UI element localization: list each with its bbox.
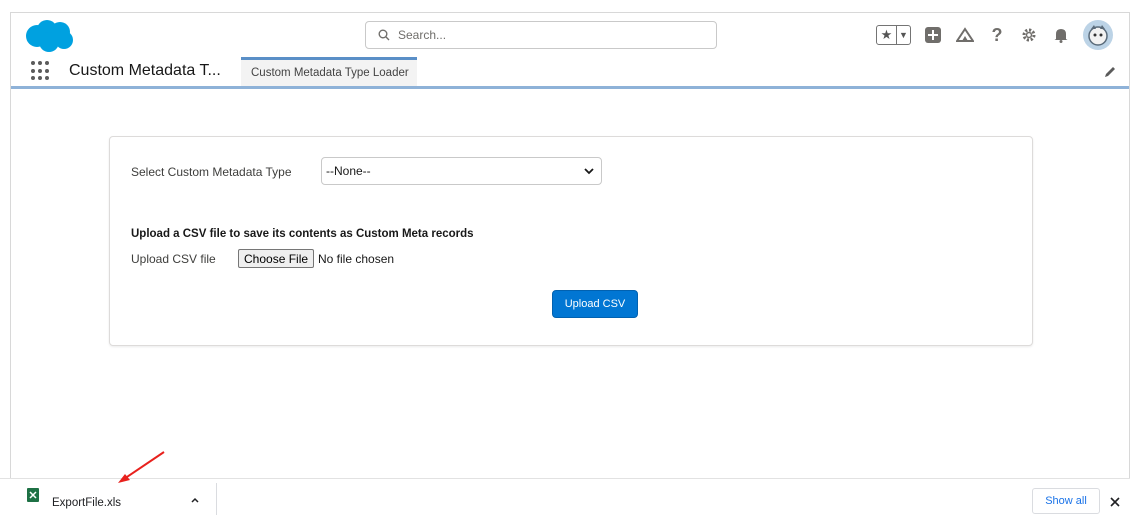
- star-icon[interactable]: ★: [877, 26, 897, 44]
- search-placeholder: Search...: [398, 28, 447, 42]
- navigation-bar: Custom Metadata T... Custom Metadata Typ…: [11, 57, 1129, 89]
- divider: [216, 483, 217, 515]
- app-name: Custom Metadata T...: [69, 62, 221, 79]
- help-icon[interactable]: ?: [987, 25, 1007, 45]
- upload-label: Upload CSV file: [131, 252, 216, 266]
- chevron-down-icon: [584, 168, 594, 175]
- tab-custom-metadata-type-loader[interactable]: Custom Metadata Type Loader: [241, 57, 417, 86]
- chevron-down-icon[interactable]: ▼: [897, 26, 910, 44]
- upload-csv-button[interactable]: Upload CSV: [552, 290, 638, 318]
- show-all-button[interactable]: Show all: [1032, 488, 1100, 514]
- loader-card: Select Custom Metadata Type --None-- Upl…: [109, 136, 1033, 346]
- select-value: --None--: [326, 164, 371, 178]
- app-launcher-icon[interactable]: [31, 61, 51, 81]
- excel-file-icon: [27, 488, 39, 502]
- select-label: Select Custom Metadata Type: [131, 165, 292, 179]
- chevron-up-icon[interactable]: [190, 495, 200, 505]
- trailhead-icon[interactable]: [955, 25, 975, 45]
- search-input[interactable]: Search...: [365, 21, 717, 49]
- header-actions: ★ ▼ ?: [876, 19, 1113, 51]
- plus-icon[interactable]: [923, 25, 943, 45]
- search-icon: [378, 29, 390, 41]
- download-file-name[interactable]: ExportFile.xls: [52, 497, 121, 509]
- annotation-arrow: [118, 451, 165, 483]
- favorites-group[interactable]: ★ ▼: [876, 25, 911, 45]
- bell-icon[interactable]: [1051, 25, 1071, 45]
- avatar[interactable]: [1083, 20, 1113, 50]
- global-header: Search... ★ ▼ ?: [11, 13, 1129, 57]
- no-file-text: No file chosen: [318, 252, 395, 266]
- gear-icon[interactable]: [1019, 25, 1039, 45]
- upload-heading: Upload a CSV file to save its contents a…: [131, 228, 474, 240]
- browser-viewport: Search... ★ ▼ ? Custom Metadata T... Cus…: [10, 12, 1130, 478]
- pencil-icon[interactable]: [1103, 65, 1117, 79]
- salesforce-cloud-logo[interactable]: [23, 19, 75, 53]
- choose-file-button[interactable]: Choose File: [238, 249, 315, 268]
- metadata-type-select[interactable]: --None--: [321, 157, 602, 185]
- close-icon[interactable]: [1110, 497, 1120, 507]
